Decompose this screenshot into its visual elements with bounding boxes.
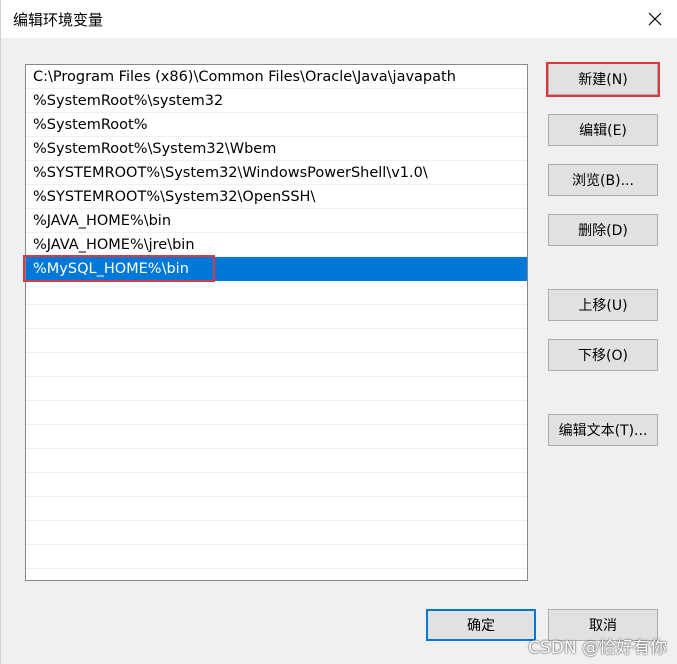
watermark: CSDN @恰好有你 xyxy=(528,638,667,658)
path-list-item[interactable]: %JAVA_HOME%\bin xyxy=(26,209,527,233)
title-bar: 编辑环境变量 xyxy=(1,0,677,38)
empty-row xyxy=(26,545,527,569)
empty-row xyxy=(26,425,527,449)
empty-row xyxy=(26,473,527,497)
empty-row xyxy=(26,305,527,329)
close-button[interactable] xyxy=(640,4,670,34)
move-up-button[interactable]: 上移(U) xyxy=(548,289,658,321)
empty-row xyxy=(26,329,527,353)
empty-row xyxy=(26,401,527,425)
edit-env-variable-dialog: 编辑环境变量 C:\Program Files (x86)\Common Fil… xyxy=(0,0,677,664)
path-list-item[interactable]: C:\Program Files (x86)\Common Files\Orac… xyxy=(26,65,527,89)
close-icon xyxy=(648,12,662,26)
edit-text-button[interactable]: 编辑文本(T)... xyxy=(548,414,658,446)
path-list-item[interactable]: %SYSTEMROOT%\System32\WindowsPowerShell\… xyxy=(26,161,527,185)
empty-row xyxy=(26,281,527,305)
path-list-item[interactable]: %JAVA_HOME%\jre\bin xyxy=(26,233,527,257)
path-list-item[interactable]: %SYSTEMROOT%\System32\OpenSSH\ xyxy=(26,185,527,209)
empty-row xyxy=(26,377,527,401)
browse-button[interactable]: 浏览(B)... xyxy=(548,164,658,196)
delete-button[interactable]: 删除(D) xyxy=(548,214,658,246)
new-button[interactable]: 新建(N) xyxy=(548,63,658,95)
path-list-item[interactable]: %SystemRoot% xyxy=(26,113,527,137)
path-list-item-selected[interactable]: %MySQL_HOME%\bin xyxy=(26,257,527,281)
ok-button[interactable]: 确定 xyxy=(426,609,536,641)
path-list-item[interactable]: %SystemRoot%\System32\Wbem xyxy=(26,137,527,161)
empty-row xyxy=(26,449,527,473)
empty-row xyxy=(26,497,527,521)
path-list[interactable]: C:\Program Files (x86)\Common Files\Orac… xyxy=(25,64,528,581)
path-list-item[interactable]: %SystemRoot%\system32 xyxy=(26,89,527,113)
empty-row xyxy=(26,521,527,545)
move-down-button[interactable]: 下移(O) xyxy=(548,339,658,371)
window-title: 编辑环境变量 xyxy=(13,11,104,29)
empty-row xyxy=(26,353,527,377)
edit-button[interactable]: 编辑(E) xyxy=(548,114,658,146)
